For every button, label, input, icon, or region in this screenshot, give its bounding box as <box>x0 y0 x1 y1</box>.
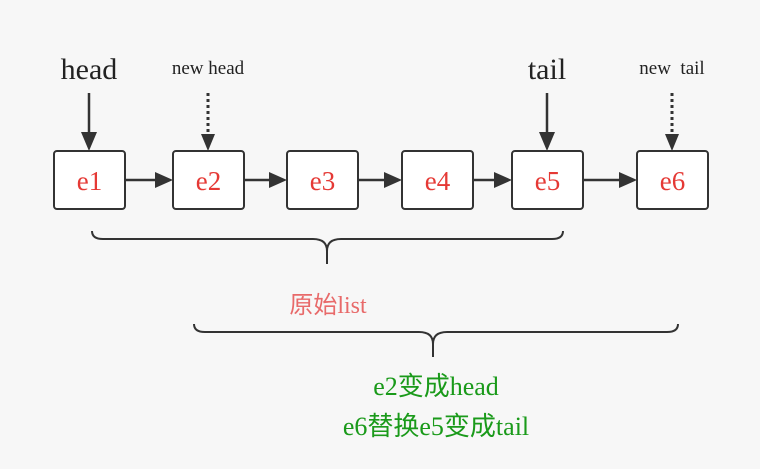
link-e5-e6 <box>583 172 637 188</box>
node-e6: e6 <box>636 150 709 210</box>
node-e4: e4 <box>401 150 474 210</box>
node-e5: e5 <box>511 150 584 210</box>
link-e1-e2 <box>125 172 173 188</box>
new-head-arrow-icon <box>201 134 215 151</box>
node-label: e3 <box>310 166 335 196</box>
head-pointer: head <box>61 53 118 151</box>
new-tail-caption: e6替换e5变成tail <box>343 412 529 441</box>
original-list-caption: 原始list <box>289 292 367 319</box>
node-e2: e2 <box>172 150 245 210</box>
new-tail-arrow-icon <box>665 134 679 151</box>
tail-label: tail <box>528 53 566 86</box>
diagram-canvas: e1 e2 e3 e4 e5 e6 head new head tail new… <box>53 53 709 441</box>
node-label: e5 <box>535 166 560 196</box>
node-label: e1 <box>77 166 102 196</box>
link-e3-e4 <box>358 172 402 188</box>
new-tail-pointer: new tail <box>639 58 705 151</box>
head-arrow-icon <box>81 132 97 151</box>
node-e1: e1 <box>53 150 126 210</box>
link-e4-e5 <box>473 172 512 188</box>
link-e2-e3 <box>244 172 287 188</box>
new-tail-label: new tail <box>639 58 704 79</box>
head-label: head <box>61 53 118 86</box>
new-head-pointer: new head <box>172 58 245 151</box>
node-label: e2 <box>196 166 221 196</box>
new-head-caption: e2变成head <box>373 372 499 401</box>
new-head-label: new head <box>172 58 245 79</box>
original-list-brace <box>91 230 564 264</box>
node-label: e6 <box>660 166 685 196</box>
node-e3: e3 <box>286 150 359 210</box>
linked-list-diagram: e1 e2 e3 e4 e5 e6 head new head tail new… <box>0 0 760 469</box>
new-list-brace <box>193 323 679 357</box>
tail-arrow-icon <box>539 132 555 151</box>
node-label: e4 <box>425 166 451 196</box>
tail-pointer: tail <box>528 53 566 151</box>
